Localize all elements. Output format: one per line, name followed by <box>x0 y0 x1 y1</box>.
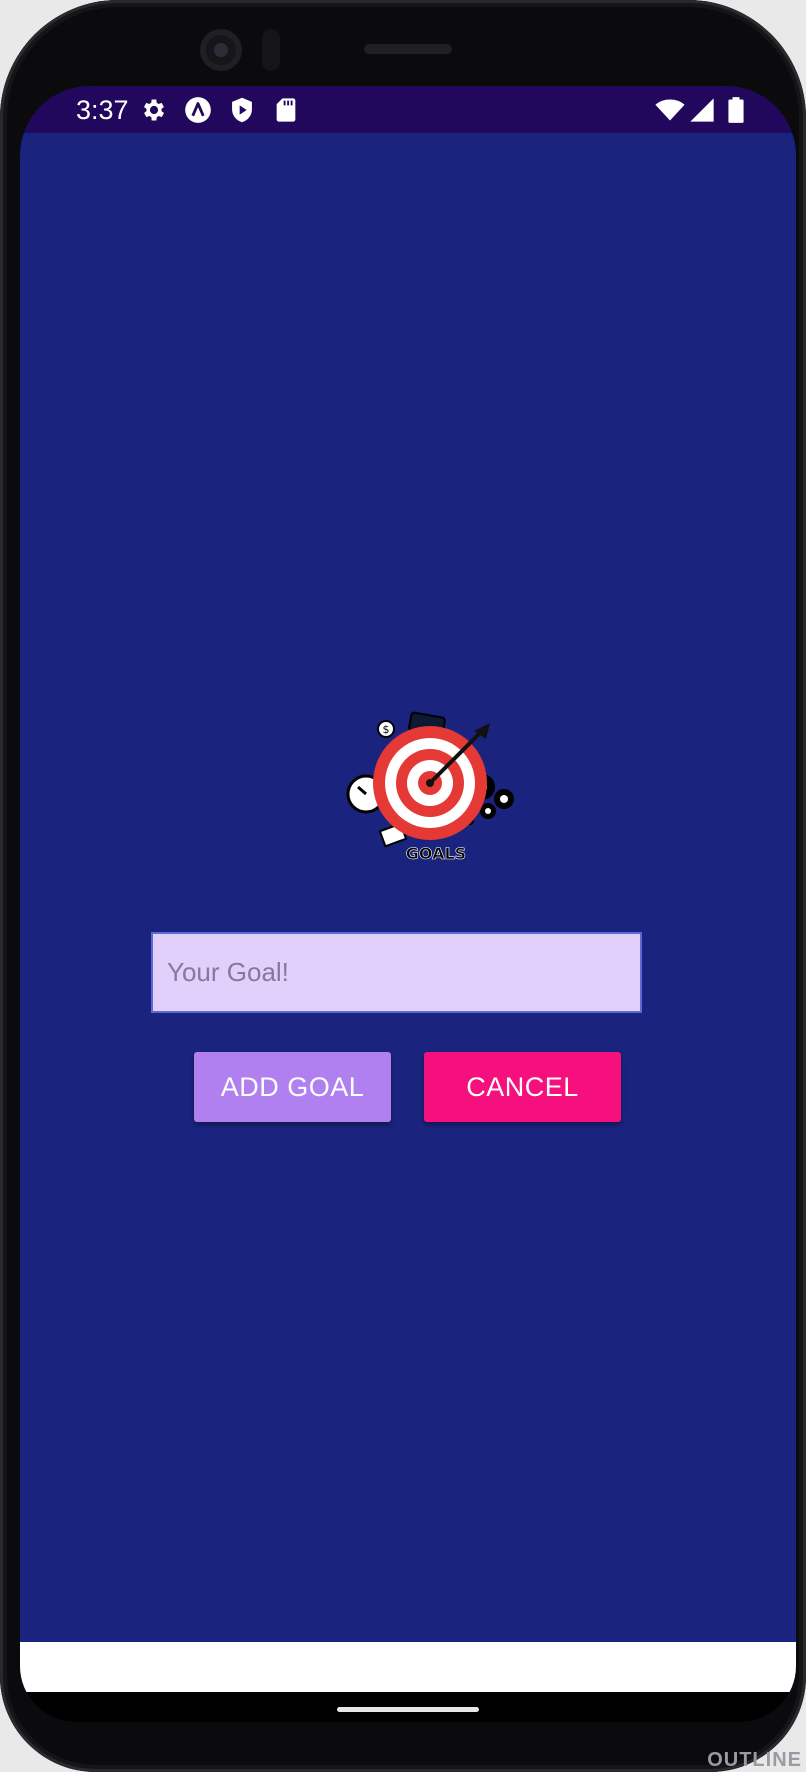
battery-icon <box>726 96 746 124</box>
status-bar: 3:37 <box>20 86 796 133</box>
phone-frame: 3:37 $ GOALS Your Goal! ADD GOAL CANCEL <box>0 0 806 1772</box>
status-time: 3:37 <box>76 95 129 125</box>
add-goal-button[interactable]: ADD GOAL <box>194 1052 391 1122</box>
svg-text:$: $ <box>383 723 390 736</box>
logo-text: GOALS <box>406 844 466 863</box>
earpiece-speaker <box>364 44 452 54</box>
phone-screen: 3:37 $ GOALS Your Goal! ADD GOAL CANCEL <box>20 86 796 1722</box>
goal-text-input[interactable] <box>151 932 642 1013</box>
wifi-icon <box>654 96 686 124</box>
proximity-sensor <box>262 29 280 71</box>
corner-label: OUTLINE <box>707 1749 802 1771</box>
shield-play-icon <box>228 96 256 124</box>
goal-input-screen: $ GOALS Your Goal! ADD GOAL CANCEL <box>20 133 796 1642</box>
sd-card-icon <box>272 96 300 124</box>
settings-gear-icon <box>140 96 168 124</box>
cell-signal-icon <box>688 96 716 124</box>
a-circle-icon <box>184 96 212 124</box>
home-gesture-handle[interactable] <box>337 1707 479 1712</box>
cancel-button[interactable]: CANCEL <box>424 1052 621 1122</box>
navigation-area <box>20 1642 796 1692</box>
front-camera <box>200 29 242 71</box>
goals-target-logo: $ GOALS <box>330 709 530 869</box>
